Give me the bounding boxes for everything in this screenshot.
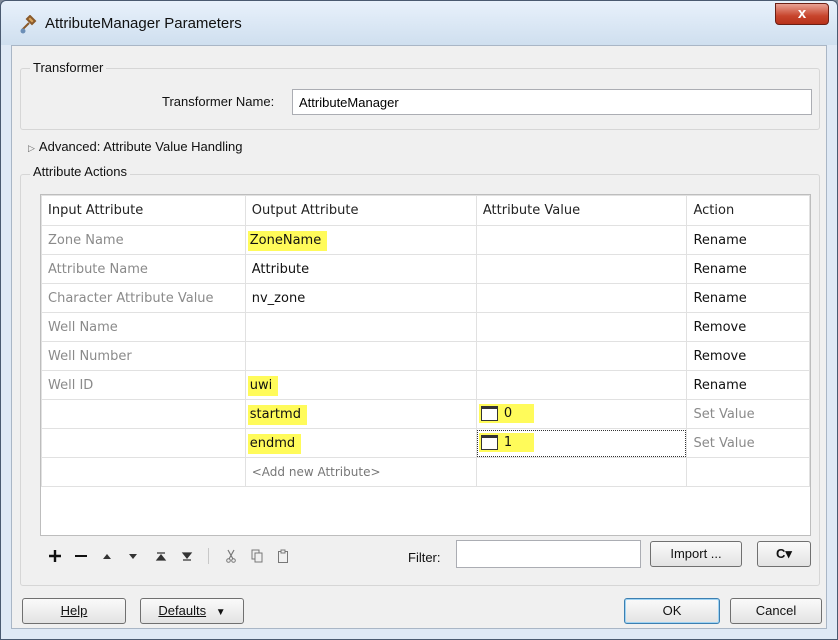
help-button-label: Help <box>60 603 88 618</box>
attribute-value-cell[interactable] <box>475 283 688 313</box>
attribute-value-cell[interactable] <box>475 225 688 255</box>
input-attribute-cell[interactable]: Zone Name <box>41 225 246 255</box>
attribute-value-cell-focused[interactable]: 1 <box>475 428 688 458</box>
value-editor-icon[interactable] <box>480 405 498 421</box>
refresh-dropdown-button[interactable]: C▾ <box>757 541 811 567</box>
column-header-input-attribute[interactable]: Input Attribute <box>41 195 246 226</box>
column-header-output-attribute[interactable]: Output Attribute <box>244 195 477 226</box>
chevron-down-icon: ▼ <box>215 607 226 618</box>
filter-input[interactable] <box>456 540 641 568</box>
table-toolbar <box>44 544 424 570</box>
toolbar-separator <box>208 548 209 564</box>
table-row[interactable]: startmd 0 Set Value <box>41 399 810 429</box>
input-attribute-cell[interactable]: Well ID <box>41 370 246 400</box>
output-attribute-cell[interactable]: uwi <box>244 370 477 400</box>
output-attribute-cell[interactable] <box>244 341 477 371</box>
import-button[interactable]: Import ... <box>650 541 742 567</box>
attribute-value-cell[interactable] <box>475 254 688 284</box>
highlighted-output-value: endmd <box>247 433 302 454</box>
output-attribute-cell[interactable]: startmd <box>244 399 477 429</box>
input-attribute-cell[interactable]: Well Number <box>41 341 246 371</box>
cut-icon[interactable] <box>220 544 242 568</box>
advanced-section-toggle[interactable]: ▷ Advanced: Attribute Value Handling <box>28 139 243 154</box>
move-to-top-icon[interactable] <box>150 544 172 568</box>
attribute-value-cell[interactable] <box>475 370 688 400</box>
input-attribute-cell[interactable] <box>41 457 246 487</box>
move-up-icon[interactable] <box>96 544 118 568</box>
add-new-attribute-cell[interactable]: <Add new Attribute> <box>244 457 477 487</box>
table-row[interactable]: Well Number Remove <box>41 341 810 371</box>
defaults-button-label: Defaults <box>158 603 207 618</box>
window-title: AttributeManager Parameters <box>45 15 242 32</box>
dialog-body: Transformer Transformer Name: ▷Advanced:… <box>11 45 827 629</box>
add-new-row[interactable]: <Add new Attribute> <box>41 457 810 487</box>
transformer-group-label: Transformer <box>30 60 107 75</box>
cancel-button[interactable]: Cancel <box>730 598 822 624</box>
add-icon[interactable] <box>44 544 66 568</box>
ok-button[interactable]: OK <box>624 598 720 624</box>
input-attribute-cell[interactable]: Attribute Name <box>41 254 246 284</box>
action-cell[interactable]: Rename <box>686 370 810 400</box>
table-row[interactable]: endmd 1 Set Value <box>41 428 810 458</box>
transformer-icon <box>20 15 37 34</box>
attribute-value-cell[interactable]: 0 <box>475 399 688 429</box>
expand-triangle-icon: ▷ <box>28 143 35 153</box>
attribute-actions-table: Input Attribute Output Attribute Attribu… <box>40 194 811 536</box>
highlighted-output-value: uwi <box>247 375 279 396</box>
action-cell[interactable] <box>686 457 810 487</box>
input-attribute-cell[interactable]: Well Name <box>41 312 246 342</box>
table-row[interactable]: Character Attribute Value nv_zone Rename <box>41 283 810 313</box>
column-header-action[interactable]: Action <box>686 195 810 226</box>
output-attribute-cell[interactable]: endmd <box>244 428 477 458</box>
transformer-name-label: Transformer Name: <box>162 94 275 109</box>
table-row[interactable]: Attribute Name Attribute Rename <box>41 254 810 284</box>
output-attribute-cell[interactable]: nv_zone <box>244 283 477 313</box>
advanced-section-label: Advanced: Attribute Value Handling <box>38 139 243 154</box>
input-attribute-cell[interactable]: Character Attribute Value <box>41 283 246 313</box>
highlighted-output-value: startmd <box>247 404 307 425</box>
defaults-dropdown-button[interactable]: Defaults ▼ <box>140 598 244 624</box>
action-cell[interactable]: Set Value <box>686 428 810 458</box>
move-down-icon[interactable] <box>122 544 144 568</box>
attribute-value-text: 1 <box>503 434 513 450</box>
output-attribute-cell[interactable]: Attribute <box>244 254 477 284</box>
action-cell[interactable]: Remove <box>686 312 810 342</box>
output-attribute-cell[interactable]: ZoneName <box>244 225 477 255</box>
table-header-row: Input Attribute Output Attribute Attribu… <box>41 195 810 226</box>
attribute-actions-group-label: Attribute Actions <box>30 164 130 179</box>
attribute-value-cell[interactable] <box>475 341 688 371</box>
action-cell[interactable]: Remove <box>686 341 810 371</box>
table-row[interactable]: Well ID uwi Rename <box>41 370 810 400</box>
attribute-value-cell[interactable] <box>475 457 688 487</box>
value-editor-icon[interactable] <box>480 434 498 450</box>
close-icon: x <box>797 5 807 22</box>
table-row[interactable]: Well Name Remove <box>41 312 810 342</box>
close-button[interactable]: x <box>775 3 829 25</box>
help-button[interactable]: Help <box>22 598 126 624</box>
filter-label: Filter: <box>408 550 441 565</box>
action-cell[interactable]: Rename <box>686 283 810 313</box>
title-bar[interactable]: AttributeManager Parameters x <box>1 1 837 45</box>
highlighted-output-value: ZoneName <box>247 230 328 251</box>
highlighted-value: 1 <box>478 432 535 452</box>
copy-icon[interactable] <box>246 544 268 568</box>
attribute-value-text: 0 <box>503 405 513 421</box>
column-header-attribute-value[interactable]: Attribute Value <box>475 195 688 226</box>
input-attribute-cell[interactable] <box>41 428 246 458</box>
remove-icon[interactable] <box>70 544 92 568</box>
attribute-value-cell[interactable] <box>475 312 688 342</box>
paste-icon[interactable] <box>272 544 294 568</box>
move-to-bottom-icon[interactable] <box>176 544 198 568</box>
output-attribute-cell[interactable] <box>244 312 477 342</box>
dialog-window: AttributeManager Parameters x Transforme… <box>0 0 838 640</box>
input-attribute-cell[interactable] <box>41 399 246 429</box>
action-cell[interactable]: Rename <box>686 254 810 284</box>
highlighted-value: 0 <box>478 403 535 423</box>
transformer-name-input[interactable] <box>292 89 812 115</box>
table-row[interactable]: Zone Name ZoneName Rename <box>41 225 810 255</box>
action-cell[interactable]: Set Value <box>686 399 810 429</box>
action-cell[interactable]: Rename <box>686 225 810 255</box>
